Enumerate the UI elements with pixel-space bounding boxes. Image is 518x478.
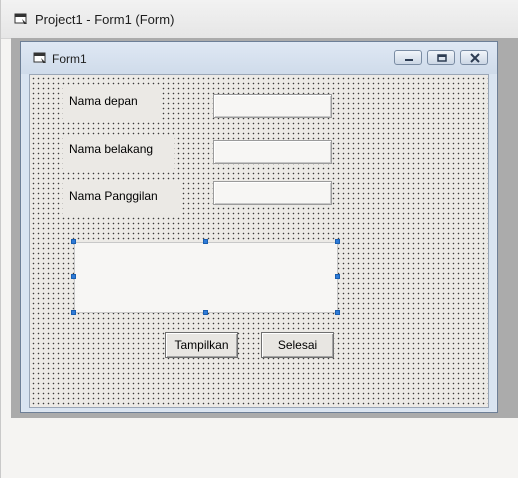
form1-title: Form1 [52,52,87,66]
form-window-icon [14,13,27,24]
close-icon [470,53,480,63]
resize-handle-top-left[interactable] [71,239,76,244]
resize-handle-middle-right[interactable] [335,274,340,279]
textbox-nama-panggilan[interactable] [213,181,332,205]
tampilkan-button[interactable]: Tampilkan [165,332,238,358]
form1-titlebar[interactable]: Form1 [21,42,497,74]
mdi-bottom-area [11,418,518,478]
resize-handle-bottom-left[interactable] [71,310,76,315]
output-textbox-selected[interactable] [74,242,338,313]
form1-design-surface[interactable] [29,74,489,408]
designer-window: Project1 - Form1 (Form) Form1 Nama depan… [0,0,518,478]
textbox-nama-belakang[interactable] [213,140,332,164]
resize-handle-top-right[interactable] [335,239,340,244]
textbox-nama-depan[interactable] [213,94,332,118]
label-nama-panggilan[interactable]: Nama Panggilan [63,181,180,217]
form-window-icon [33,52,46,63]
label-nama-depan[interactable]: Nama depan [63,87,162,121]
label-nama-belakang[interactable]: Nama belakang [63,135,174,171]
designer-titlebar[interactable]: Project1 - Form1 (Form) [1,0,518,39]
resize-handle-middle-left[interactable] [71,274,76,279]
maximize-icon [437,54,447,62]
resize-handle-top-middle[interactable] [203,239,208,244]
resize-handle-bottom-right[interactable] [335,310,340,315]
close-button[interactable] [460,50,488,65]
minimize-icon [405,59,413,61]
maximize-button[interactable] [427,50,455,65]
minimize-button[interactable] [394,50,422,65]
selesai-button[interactable]: Selesai [261,332,334,358]
designer-title: Project1 - Form1 (Form) [35,12,175,27]
resize-handle-bottom-middle[interactable] [203,310,208,315]
